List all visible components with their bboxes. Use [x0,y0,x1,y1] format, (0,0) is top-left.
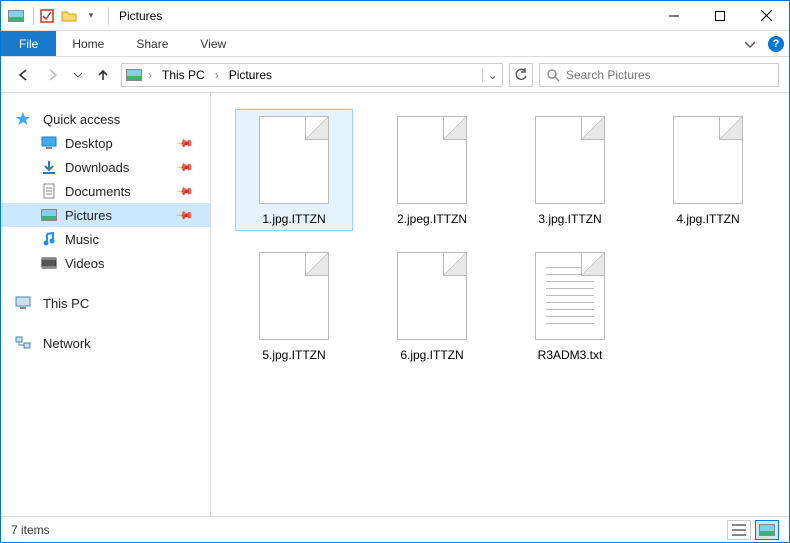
file-name: R3ADM3.txt [538,348,603,362]
sidebar-item-videos[interactable]: Videos [1,251,210,275]
file-item[interactable]: R3ADM3.txt [511,245,629,367]
nav-bar: › This PC › Pictures ⌄ [1,57,789,93]
file-icon [535,252,605,340]
recent-dropdown[interactable] [71,63,85,87]
address-dropdown-icon[interactable]: ⌄ [482,68,502,82]
view-details-button[interactable] [727,520,751,540]
file-item[interactable]: 1.jpg.ITTZN [235,109,353,231]
file-tab[interactable]: File [1,31,56,56]
sidebar-label: Network [43,336,91,351]
file-item[interactable]: 4.jpg.ITTZN [649,109,767,231]
file-icon [259,252,329,340]
view-large-icons-button[interactable] [755,520,779,540]
file-item[interactable]: 5.jpg.ITTZN [235,245,353,367]
qat-properties-icon[interactable] [38,7,56,25]
file-icon [397,116,467,204]
sidebar-quick-access[interactable]: Quick access [1,107,210,131]
tab-share[interactable]: Share [120,31,184,56]
videos-icon [41,255,57,271]
help-icon: ? [768,36,784,52]
app-icon [7,7,25,25]
help-button[interactable]: ? [763,31,789,56]
pin-icon: 📌 [176,206,195,225]
sidebar-item-label: Documents [65,184,131,199]
file-item[interactable]: 2.jpeg.ITTZN [373,109,491,231]
breadcrumb-thispc[interactable]: This PC [158,68,209,82]
sidebar-item-music[interactable]: Music [1,227,210,251]
forward-button[interactable] [41,63,65,87]
maximize-button[interactable] [697,1,743,30]
search-icon [546,68,560,82]
minimize-button[interactable] [651,1,697,30]
item-count: 7 items [11,523,50,537]
sidebar-item-label: Desktop [65,136,113,151]
title-bar: ▾ Pictures [1,1,789,31]
tab-home[interactable]: Home [56,31,120,56]
downloads-icon [41,159,57,175]
sidebar-item-documents[interactable]: Documents 📌 [1,179,210,203]
sidebar-item-pictures[interactable]: Pictures 📌 [1,203,210,227]
details-icon [732,524,746,536]
status-bar: 7 items [1,516,789,542]
pin-icon: 📌 [176,158,195,177]
file-icon [673,116,743,204]
sidebar-network[interactable]: Network [1,331,210,355]
chevron-right-icon[interactable]: › [144,68,156,82]
location-icon [126,67,142,83]
search-input[interactable] [566,68,772,82]
file-name: 1.jpg.ITTZN [262,212,325,226]
sidebar-label: This PC [43,296,89,311]
file-icon [535,116,605,204]
window-title: Pictures [119,9,162,23]
file-name: 6.jpg.ITTZN [400,348,463,362]
sidebar-item-label: Pictures [65,208,112,223]
navigation-pane: Quick access Desktop📌Downloads📌Documents… [1,93,211,516]
pictures-icon [41,207,57,223]
sidebar-item-label: Music [65,232,99,247]
file-list[interactable]: 1.jpg.ITTZN 2.jpeg.ITTZN 3.jpg.ITTZN 4.jpg.… [211,93,789,516]
sidebar-item-desktop[interactable]: Desktop 📌 [1,131,210,155]
breadcrumb-pictures[interactable]: Pictures [225,68,276,82]
back-button[interactable] [11,63,35,87]
file-item[interactable]: 6.jpg.ITTZN [373,245,491,367]
refresh-button[interactable] [509,63,533,87]
network-icon [15,335,31,351]
qat-newfolder-icon[interactable] [60,7,78,25]
pin-icon: 📌 [176,134,195,153]
star-icon [15,111,31,127]
address-bar[interactable]: › This PC › Pictures ⌄ [121,63,503,87]
documents-icon [41,183,57,199]
music-icon [41,231,57,247]
ribbon: File Home Share View ? [1,31,789,57]
search-box[interactable] [539,63,779,87]
file-name: 4.jpg.ITTZN [676,212,739,226]
explorer-window: ▾ Pictures File Home Share View ? › This… [0,0,790,543]
up-button[interactable] [91,63,115,87]
chevron-right-icon[interactable]: › [211,68,223,82]
pin-icon: 📌 [176,182,195,201]
file-icon [397,252,467,340]
tab-view[interactable]: View [184,31,242,56]
close-button[interactable] [743,1,789,30]
file-name: 2.jpeg.ITTZN [397,212,467,226]
file-name: 5.jpg.ITTZN [262,348,325,362]
file-name: 3.jpg.ITTZN [538,212,601,226]
file-item[interactable]: 3.jpg.ITTZN [511,109,629,231]
ribbon-expand-icon[interactable] [737,31,763,56]
sidebar-this-pc[interactable]: This PC [1,291,210,315]
sidebar-label: Quick access [43,112,120,127]
pc-icon [15,295,31,311]
sidebar-item-downloads[interactable]: Downloads 📌 [1,155,210,179]
qat-dropdown-icon[interactable]: ▾ [82,7,100,25]
sidebar-item-label: Videos [65,256,105,271]
sidebar-item-label: Downloads [65,160,129,175]
file-icon [259,116,329,204]
thumbnails-icon [759,524,775,536]
desktop-icon [41,135,57,151]
